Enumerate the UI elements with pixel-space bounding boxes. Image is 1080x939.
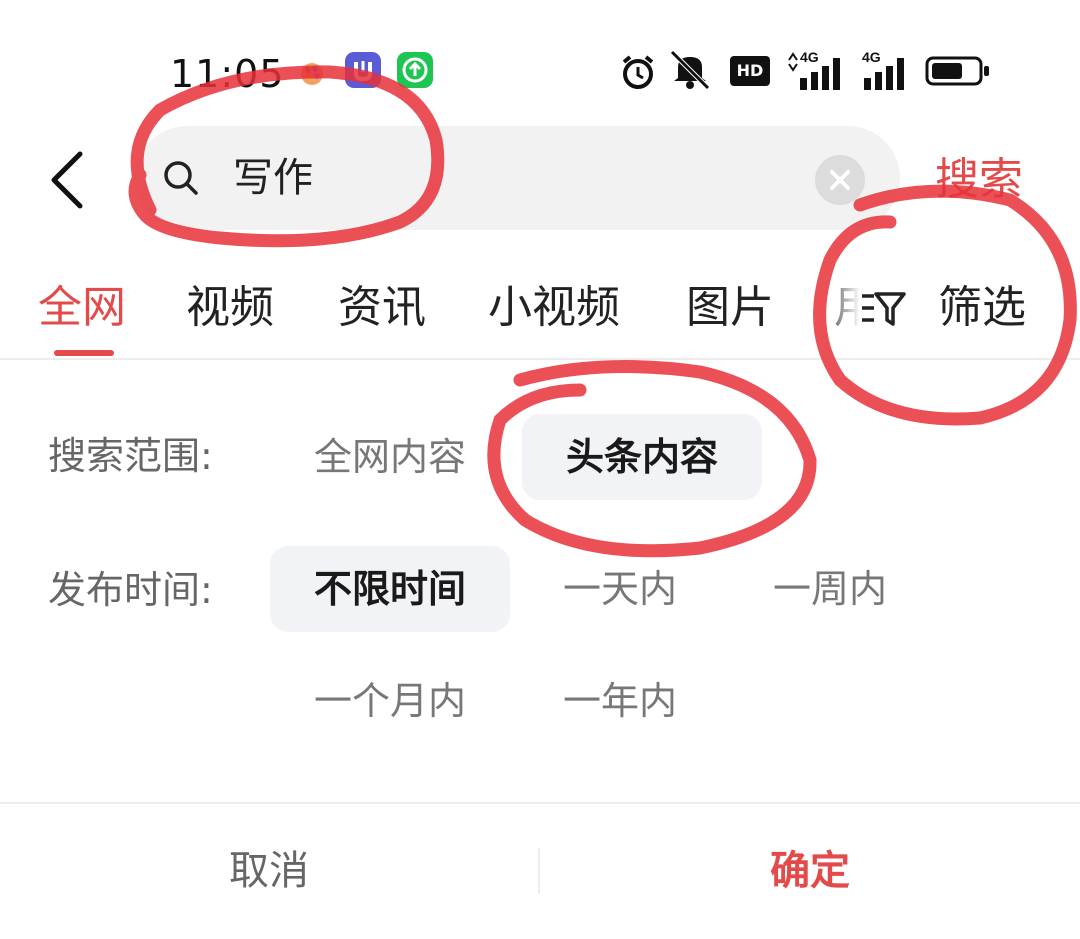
search-scope-label: 搜索范围: xyxy=(48,434,213,478)
search-filter-screen: 11:05 HD 4G 4G 写作 搜索 全网 视频 资讯 小视频 图片 筛选 … xyxy=(0,0,1080,939)
back-button[interactable] xyxy=(44,148,92,212)
search-button[interactable]: 搜索 xyxy=(935,145,1023,215)
signal-icon-2: 4G xyxy=(862,48,912,96)
status-time: 11:05 xyxy=(170,52,285,96)
tab-images[interactable]: 图片 xyxy=(686,278,774,338)
download-app-icon xyxy=(345,52,381,88)
tab-news[interactable]: 资讯 xyxy=(338,278,426,338)
category-tabs: 全网 视频 资讯 小视频 图片 用 筛选 xyxy=(0,260,1080,360)
option-time-week[interactable]: 一周内 xyxy=(750,546,910,632)
option-time-month[interactable]: 一个月内 xyxy=(290,658,490,744)
option-scope-toutiao[interactable]: 头条内容 xyxy=(522,414,762,500)
filter-label: 筛选 xyxy=(938,282,1026,333)
tab-short-video[interactable]: 小视频 xyxy=(488,278,620,338)
signal-icon-1: 4G xyxy=(786,48,848,96)
publish-time-label: 发布时间: xyxy=(48,568,213,612)
active-tab-indicator xyxy=(54,350,114,356)
paint-app-icon xyxy=(297,58,327,88)
filter-button[interactable]: 筛选 xyxy=(820,260,1080,356)
option-time-any[interactable]: 不限时间 xyxy=(270,546,510,632)
search-box[interactable]: 写作 xyxy=(135,126,900,230)
clear-button[interactable] xyxy=(815,155,865,205)
option-scope-all-web[interactable]: 全网内容 xyxy=(292,414,488,500)
tab-video[interactable]: 视频 xyxy=(186,278,274,338)
filter-icon xyxy=(860,286,906,332)
close-icon xyxy=(830,170,850,190)
battery-icon xyxy=(925,56,989,86)
alarm-icon xyxy=(618,52,658,96)
upload-app-icon xyxy=(397,52,433,88)
mute-icon xyxy=(668,48,714,96)
actions-divider xyxy=(0,802,1080,804)
tab-all[interactable]: 全网 xyxy=(38,278,126,338)
search-input[interactable]: 写作 xyxy=(233,148,313,208)
search-icon xyxy=(161,158,201,198)
status-bar: 11:05 HD 4G 4G xyxy=(0,30,1080,114)
cancel-button[interactable]: 取消 xyxy=(0,806,538,936)
chevron-left-icon xyxy=(51,151,83,209)
confirm-button[interactable]: 确定 xyxy=(540,806,1080,936)
option-time-day[interactable]: 一天内 xyxy=(540,546,700,632)
svg-text:4G: 4G xyxy=(800,49,819,65)
hd-badge: HD xyxy=(730,56,770,86)
tab-divider xyxy=(0,358,1080,360)
svg-text:4G: 4G xyxy=(862,49,881,65)
option-time-year[interactable]: 一年内 xyxy=(540,658,700,744)
